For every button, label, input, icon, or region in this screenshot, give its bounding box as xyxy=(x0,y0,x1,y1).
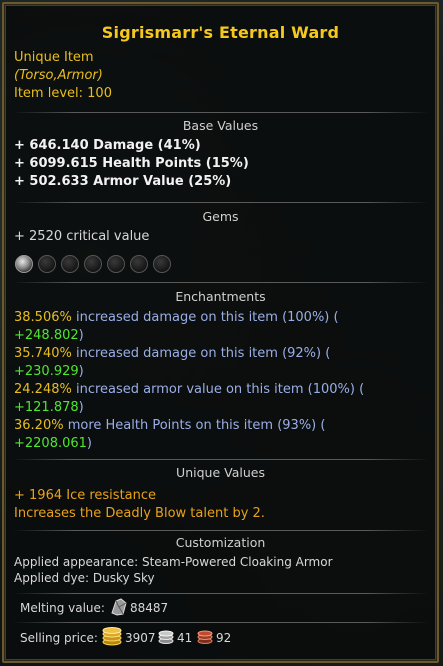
enchantment-text: increased damage on this item (92%) ( xyxy=(71,346,331,361)
enchantment-bonus: +230.929 xyxy=(14,364,79,379)
enchantment-bonus-line: +248.802) xyxy=(14,328,84,343)
copper-coin-icon xyxy=(196,629,214,649)
gem-socket-icon[interactable] xyxy=(15,255,33,273)
divider xyxy=(12,282,429,283)
enchantment-percent: 24.248% xyxy=(14,382,72,397)
enchantment-bonus-line: +121.878) xyxy=(14,400,84,415)
divider xyxy=(12,622,429,623)
melting-value: 88487 xyxy=(130,601,169,615)
gem-socket-icon[interactable] xyxy=(153,255,171,273)
silver-coin-icon xyxy=(157,629,175,649)
gold-value: 3907 xyxy=(125,631,156,645)
unique-value-ice-resistance: + 1964 Ice resistance xyxy=(14,488,157,503)
applied-dye: Applied dye: Dusky Sky xyxy=(14,571,155,585)
item-type: (Torso,Armor) xyxy=(14,68,103,83)
melting-label: Melting value: xyxy=(20,601,105,615)
gem-socket-icon[interactable] xyxy=(61,255,79,273)
enchantment-text: increased damage on this item (100%) ( xyxy=(71,310,339,325)
gold-coin-icon xyxy=(101,626,123,650)
gem-socket-icon[interactable] xyxy=(84,255,102,273)
gem-bonus: + 2520 critical value xyxy=(14,229,150,244)
silver-value: 41 xyxy=(177,631,193,645)
gem-socket-icon[interactable] xyxy=(130,255,148,273)
base-value-armor: + 502.633 Armor Value (25%) xyxy=(14,174,232,189)
enchantment-line: 35.740% increased damage on this item (9… xyxy=(14,346,330,361)
gem-socket-icon[interactable] xyxy=(107,255,125,273)
divider xyxy=(12,202,429,203)
unique-value-talent: Increases the Deadly Blow talent by 2. xyxy=(14,506,265,521)
enchantment-bonus: +248.802 xyxy=(14,328,79,343)
applied-appearance: Applied appearance: Steam-Powered Cloaki… xyxy=(14,555,333,569)
enchantment-bonus: +121.878 xyxy=(14,400,79,415)
enchantment-line: 38.506% increased damage on this item (1… xyxy=(14,310,339,325)
item-name: Sigrismarr's Eternal Ward xyxy=(101,23,340,42)
enchantment-bonus: +2208.061 xyxy=(14,436,87,451)
divider xyxy=(12,593,429,594)
shard-icon xyxy=(109,597,129,621)
enchantment-percent: 36.20% xyxy=(14,418,64,433)
base-values-title: Base Values xyxy=(182,118,259,133)
base-value-health: + 6099.615 Health Points (15%) xyxy=(14,156,249,171)
enchantment-line: 24.248% increased armor value on this it… xyxy=(14,382,364,397)
enchantment-line: 36.20% more Health Points on this item (… xyxy=(14,418,325,433)
enchantment-percent: 38.506% xyxy=(14,310,72,325)
enchantment-bonus-line: +230.929) xyxy=(14,364,84,379)
base-value-damage: + 646.140 Damage (41%) xyxy=(14,138,201,153)
item-tooltip: Sigrismarr's Eternal Ward Unique Item (T… xyxy=(2,2,439,663)
copper-value: 92 xyxy=(216,631,232,645)
item-level: Item level: 100 xyxy=(14,86,112,101)
divider xyxy=(12,112,429,113)
selling-label: Selling price: xyxy=(20,631,98,645)
customization-title: Customization xyxy=(175,535,266,550)
divider xyxy=(12,459,429,460)
divider xyxy=(12,530,429,531)
enchantment-text: increased armor value on this item (100%… xyxy=(71,382,365,397)
enchantment-text: more Health Points on this item (93%) ( xyxy=(63,418,326,433)
item-rarity: Unique Item xyxy=(14,50,94,65)
enchantment-bonus-line: +2208.061) xyxy=(14,436,92,451)
enchantment-percent: 35.740% xyxy=(14,346,72,361)
unique-values-title: Unique Values xyxy=(176,465,265,480)
gems-title: Gems xyxy=(202,209,239,224)
gem-socket-icon[interactable] xyxy=(38,255,56,273)
enchantments-title: Enchantments xyxy=(175,289,266,304)
